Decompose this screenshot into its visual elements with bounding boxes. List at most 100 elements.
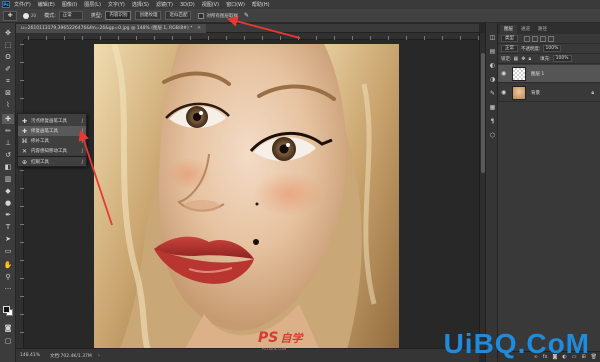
opacity-field[interactable]: 100%	[542, 45, 562, 52]
lock-pixels-icon[interactable]: ▦	[514, 56, 519, 62]
history-icon[interactable]: ◫	[488, 33, 497, 42]
healing-tool-icon[interactable]: ✚	[2, 114, 14, 124]
document-tab[interactable]: u=2610113179,3965226476&fm=26&gp=0.jpg @…	[16, 23, 207, 33]
mode-select[interactable]: 正常	[58, 11, 83, 20]
flyout-item-content-aware-move[interactable]: ✕ 内容感知移动工具 J	[18, 146, 86, 156]
document-tab-bar: u=2610113179,3965226476&fm=26&gp=0.jpg @…	[16, 23, 479, 33]
lock-position-icon[interactable]: ✥	[521, 56, 525, 62]
menu-file[interactable]: 文件(F)	[14, 1, 31, 8]
menu-view[interactable]: 视图(V)	[202, 1, 219, 8]
content-aware-button[interactable]: 内容识别	[105, 11, 132, 20]
eyedropper-tool-icon[interactable]: ⌇	[2, 100, 14, 110]
tool-preset-picker[interactable]: ✚	[3, 10, 17, 21]
cube-icon[interactable]: ⬡	[488, 131, 497, 140]
brush-preview[interactable]	[23, 12, 29, 19]
tools-panel: ✥ ⬚ ʘ ✐ ⌗ ⊠ ⌇ ✚ ✏ ⊥ ↺ ◧ ▥ ◆ ● ✒ T ➤ ▭ ✋ …	[0, 23, 16, 362]
layer-filter-select[interactable]: 类型	[501, 35, 518, 42]
rectangle-tool-icon[interactable]: ▭	[2, 246, 14, 256]
lock-all-icon[interactable]: 🔒︎	[528, 56, 531, 62]
gradient-tool-icon[interactable]: ▥	[2, 174, 14, 184]
hand-tool-icon[interactable]: ✋	[2, 260, 14, 270]
history-brush-tool-icon[interactable]: ↺	[2, 150, 14, 160]
blend-row: 正常 不透明度: 100%	[498, 44, 600, 54]
portrait-photo[interactable]	[94, 44, 399, 360]
zoom-tool-icon[interactable]: ⚲	[2, 272, 14, 282]
flyout-item-red-eye[interactable]: ⊕ 红眼工具 J	[18, 157, 86, 167]
menu-edit[interactable]: 编辑(E)	[38, 1, 55, 8]
properties-icon[interactable]: ▤	[488, 47, 497, 56]
create-texture-button[interactable]: 创建纹理	[135, 11, 162, 20]
quick-select-tool-icon[interactable]: ✐	[2, 64, 14, 74]
proximity-match-button[interactable]: 近似匹配	[165, 11, 192, 20]
menu-3d[interactable]: 3D(D)	[180, 2, 195, 8]
menu-select[interactable]: 选择(S)	[132, 1, 149, 8]
path-select-tool-icon[interactable]: ➤	[2, 234, 14, 244]
filter-type-icon[interactable]	[540, 35, 546, 42]
pressure-icon[interactable]: ✎	[244, 12, 249, 19]
shortcut-key: J	[81, 159, 83, 165]
uibq-watermark: UiBQ.CoM	[443, 328, 590, 359]
brush-settings-icon[interactable]: ✎	[488, 89, 497, 98]
menu-window[interactable]: 窗口(W)	[226, 1, 245, 8]
menu-type[interactable]: 文字(Y)	[108, 1, 125, 8]
sample-all-layers-checkbox[interactable]: 对所有图层取样	[198, 12, 238, 19]
eye-icon[interactable]: ◉	[501, 70, 509, 77]
vertical-ruler[interactable]	[16, 40, 24, 348]
filter-adjust-icon[interactable]	[532, 35, 538, 42]
brush-size[interactable]: 20	[31, 13, 36, 18]
status-menu-arrow[interactable]: ›	[98, 353, 100, 359]
menu-layer[interactable]: 图层(L)	[84, 1, 101, 8]
dodge-tool-icon[interactable]: ●	[2, 198, 14, 208]
flyout-item-healing-brush[interactable]: ✚ 修复画笔工具 J	[18, 126, 86, 136]
eraser-tool-icon[interactable]: ◧	[2, 162, 14, 172]
swatches-icon[interactable]: ▦	[488, 103, 497, 112]
fill-field[interactable]: 100%	[552, 55, 572, 62]
filter-shape-icon[interactable]	[548, 35, 554, 42]
lasso-tool-icon[interactable]: ʘ	[2, 52, 14, 62]
menu-image[interactable]: 图像(I)	[62, 1, 77, 8]
frame-tool-icon[interactable]: ⊠	[2, 88, 14, 98]
canvas-area[interactable]	[24, 40, 479, 360]
tab-layers[interactable]: 图层	[500, 25, 517, 34]
flyout-item-label: 红眼工具	[31, 160, 49, 165]
content-move-icon: ✕	[21, 147, 28, 155]
menu-help[interactable]: 帮助(H)	[252, 1, 270, 8]
tab-channels[interactable]: 通道	[517, 25, 534, 34]
screen-mode-icon[interactable]: ▢	[2, 336, 14, 346]
panel-tabs: 图层 通道 路径	[498, 23, 600, 34]
blur-tool-icon[interactable]: ◆	[2, 186, 14, 196]
foreground-color-swatch[interactable]	[3, 306, 10, 313]
close-icon[interactable]: ×	[197, 25, 201, 31]
layer-row[interactable]: ◉ 背景 🔒︎	[498, 84, 600, 102]
clone-stamp-tool-icon[interactable]: ⊥	[2, 138, 14, 148]
blend-mode-select[interactable]: 正常	[501, 45, 518, 52]
layer-name[interactable]: 图层 1	[531, 71, 544, 77]
color-icon[interactable]: ◐	[488, 61, 497, 70]
spot-heal-icon: ✚	[21, 117, 28, 125]
type-tool-icon[interactable]: T	[2, 222, 14, 232]
horizontal-ruler[interactable]	[24, 33, 479, 40]
quick-mask-icon[interactable]: ◙	[2, 323, 14, 333]
filter-pixel-icon[interactable]	[524, 35, 530, 42]
menu-filter[interactable]: 滤镜(T)	[156, 1, 173, 8]
layer-row[interactable]: ◉ 图层 1	[498, 65, 600, 83]
crop-tool-icon[interactable]: ⌗	[2, 76, 14, 86]
fill-label: 填充:	[540, 56, 551, 62]
flyout-item-patch[interactable]: ⌘ 修补工具 J	[18, 136, 86, 146]
paragraph-icon[interactable]: ¶	[488, 117, 497, 126]
more-tools-icon[interactable]: ···	[2, 284, 14, 294]
flyout-item-spot-healing[interactable]: ✚ 污点修复画笔工具 J	[18, 116, 86, 126]
adjustments-icon[interactable]: ◑	[488, 75, 497, 84]
move-tool-icon[interactable]: ✥	[2, 28, 14, 38]
zoom-level[interactable]: 148.41%	[20, 353, 40, 358]
watermark-ps: PS	[258, 330, 279, 346]
marquee-tool-icon[interactable]: ⬚	[2, 40, 14, 50]
layer-name[interactable]: 背景	[531, 90, 540, 96]
pen-tool-icon[interactable]: ✒	[2, 210, 14, 220]
eye-icon[interactable]: ◉	[501, 89, 509, 96]
flyout-item-label: 内容感知移动工具	[31, 149, 67, 154]
shortcut-key: J	[81, 148, 83, 154]
tab-paths[interactable]: 路径	[534, 25, 551, 34]
trash-icon[interactable]: 🗑︎	[591, 354, 597, 360]
brush-tool-icon[interactable]: ✏	[2, 126, 14, 136]
